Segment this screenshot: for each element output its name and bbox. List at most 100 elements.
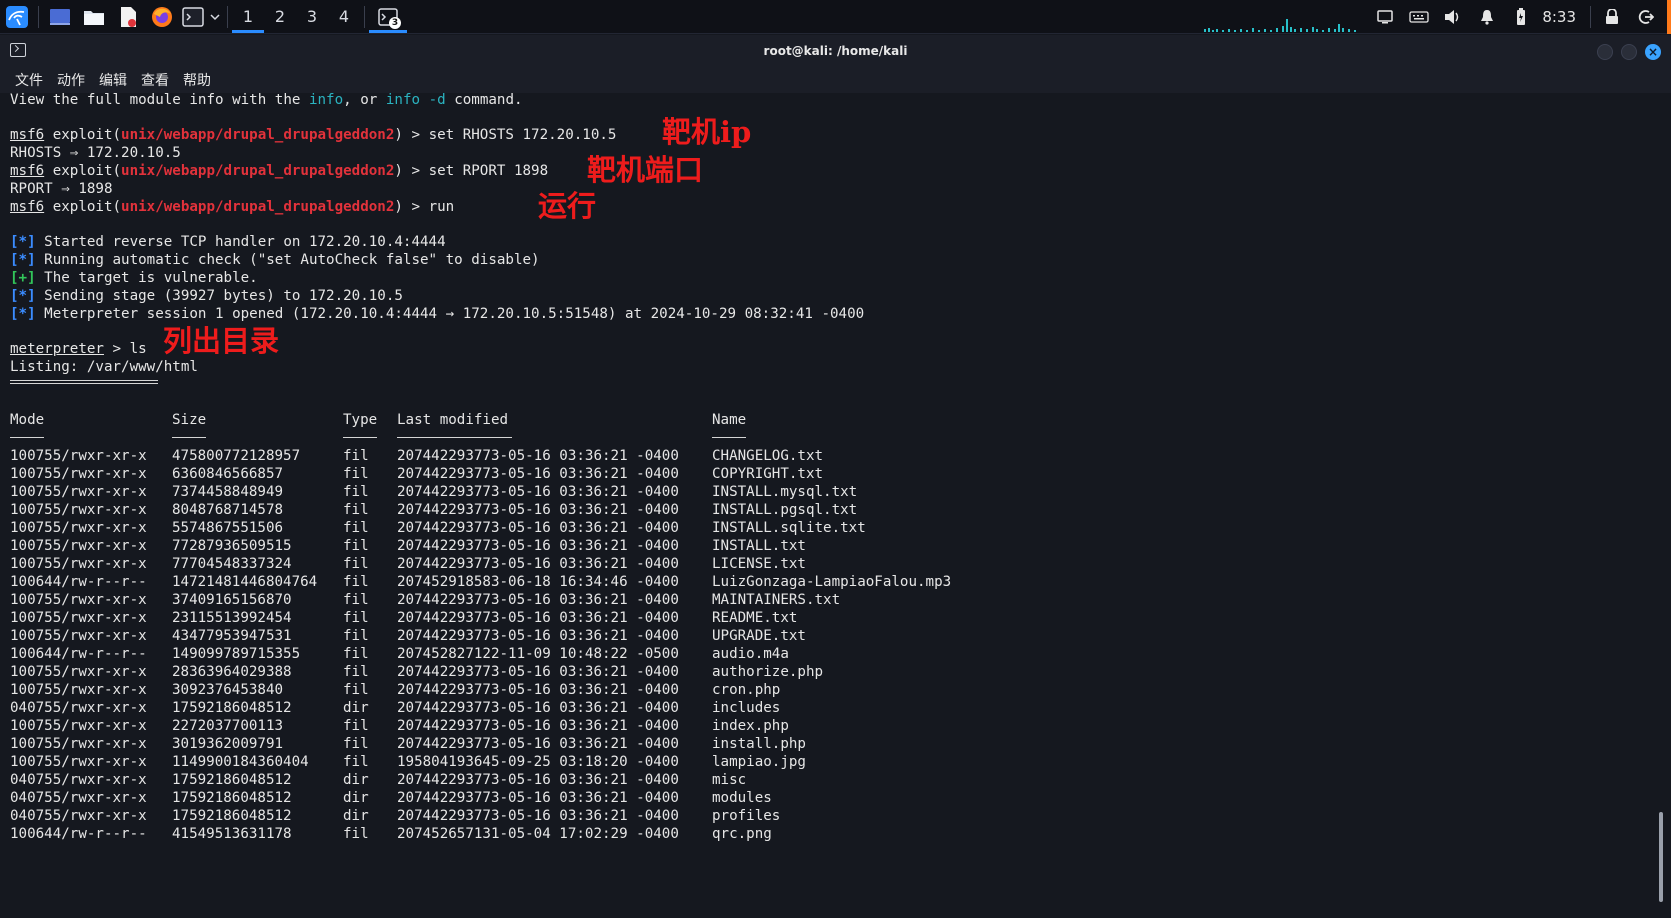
menu-action[interactable]: 动作 — [57, 70, 85, 90]
terminal-scrollbar[interactable] — [1659, 812, 1663, 902]
annotation-run: 运行 — [538, 189, 597, 223]
workspace-4[interactable]: 4 — [328, 0, 360, 34]
listing-underline — [10, 380, 158, 384]
menu-file[interactable]: 文件 — [15, 70, 43, 90]
row-modified: 207442293773-05-16 03:36:21 -0400 — [397, 718, 679, 734]
row-name: authorize.php — [712, 664, 824, 680]
row-size: 8048768714578 — [172, 502, 284, 518]
row-name: lampiao.jpg — [712, 754, 806, 770]
volume-icon[interactable] — [1436, 0, 1470, 34]
command-line-run: msf6 exploit(unix/webapp/drupal_drupalge… — [10, 199, 455, 215]
row-modified: 207442293773-05-16 03:36:21 -0400 — [397, 448, 679, 464]
clock[interactable]: 8:33 — [1538, 8, 1586, 26]
info-line: View the full module info with the info,… — [10, 93, 523, 108]
row-name: install.php — [712, 736, 806, 752]
row-name: profiles — [712, 808, 781, 824]
listing-path: Listing: /var/www/html — [10, 359, 198, 375]
row-type: fil — [343, 520, 369, 536]
meterpreter-command-line: meterpreter > ls — [10, 341, 147, 357]
annotation-target-port: 靶机端口 — [587, 153, 704, 187]
row-type: fil — [343, 466, 369, 482]
window-titlebar[interactable]: root@kali: /home/kali × — [0, 35, 1671, 67]
row-modified: 207442293773-05-16 03:36:21 -0400 — [397, 556, 679, 572]
close-button[interactable]: × — [1645, 44, 1661, 60]
annotation-list-dir: 列出目录 — [163, 324, 280, 358]
workspace-2[interactable]: 2 — [264, 0, 296, 34]
row-type: fil — [343, 664, 369, 680]
header-type: Type — [343, 412, 378, 428]
row-modified: 207442293773-05-16 03:36:21 -0400 — [397, 736, 679, 752]
terminal-icon — [10, 43, 26, 57]
logout-icon[interactable] — [1629, 0, 1663, 34]
row-mode: 040755/rwxr-xr-x — [10, 772, 147, 788]
row-name: README.txt — [712, 610, 798, 626]
workspace-3[interactable]: 3 — [296, 0, 328, 34]
row-modified: 207442293773-05-16 03:36:21 -0400 — [397, 628, 679, 644]
panel-separator — [364, 5, 365, 28]
row-modified: 195804193645-09-25 03:18:20 -0400 — [397, 754, 679, 770]
workspace-1[interactable]: 1 — [232, 0, 264, 34]
chevron-down-icon[interactable] — [207, 0, 223, 34]
header-size: Size — [172, 412, 207, 428]
row-type: dir — [343, 808, 369, 824]
row-type: fil — [343, 484, 369, 500]
row-name: CHANGELOG.txt — [712, 448, 824, 464]
row-size: 17592186048512 — [172, 700, 292, 716]
terminal-icon[interactable] — [179, 0, 207, 34]
menu-help[interactable]: 帮助 — [183, 70, 211, 90]
row-size: 43477953947531 — [172, 628, 292, 644]
row-name: audio.m4a — [712, 646, 789, 662]
row-mode: 100755/rwxr-xr-x — [10, 484, 147, 500]
menu-view[interactable]: 查看 — [141, 70, 169, 90]
row-size: 475800772128957 — [172, 448, 301, 464]
keyboard-icon[interactable] — [1402, 0, 1436, 34]
notification-bell-icon[interactable] — [1470, 0, 1504, 34]
terminal-output[interactable]: View the full module info with the info,… — [0, 93, 1671, 918]
status-line: [+] The target is vulnerable. — [10, 270, 258, 286]
cpu-graph — [1204, 19, 1357, 32]
row-mode: 100755/rwxr-xr-x — [10, 664, 147, 680]
row-type: dir — [343, 772, 369, 788]
close-icon: × — [1647, 45, 1659, 59]
row-name: UPGRADE.txt — [712, 628, 806, 644]
header-underline — [343, 437, 377, 438]
maximize-button[interactable] — [1621, 44, 1637, 60]
file-manager-icon[interactable] — [77, 0, 111, 34]
row-name: cron.php — [712, 682, 781, 698]
desktop-icon[interactable] — [43, 0, 77, 34]
display-icon[interactable] — [1368, 0, 1402, 34]
row-mode: 100755/rwxr-xr-x — [10, 628, 147, 644]
row-size: 5574867551506 — [172, 520, 284, 536]
text-editor-icon[interactable] — [111, 0, 145, 34]
firefox-icon[interactable] — [145, 0, 179, 34]
row-type: fil — [343, 574, 369, 590]
kali-menu-icon[interactable] — [0, 0, 34, 34]
command-line-rport: msf6 exploit(unix/webapp/drupal_drupalge… — [10, 163, 549, 179]
panel-edge-marker — [1667, 0, 1671, 34]
row-type: fil — [343, 736, 369, 752]
row-mode: 100755/rwxr-xr-x — [10, 538, 147, 554]
row-mode: 100755/rwxr-xr-x — [10, 736, 147, 752]
panel-separator — [1590, 6, 1591, 28]
row-modified: 207442293773-05-16 03:36:21 -0400 — [397, 538, 679, 554]
row-mode: 100755/rwxr-xr-x — [10, 556, 147, 572]
row-type: fil — [343, 754, 369, 770]
row-type: fil — [343, 592, 369, 608]
row-modified: 207442293773-05-16 03:36:21 -0400 — [397, 520, 679, 536]
row-modified: 207442293773-05-16 03:36:21 -0400 — [397, 790, 679, 806]
row-modified: 207442293773-05-16 03:36:21 -0400 — [397, 700, 679, 716]
header-name: Name — [712, 412, 747, 428]
row-type: fil — [343, 682, 369, 698]
minimize-button[interactable] — [1597, 44, 1613, 60]
row-size: 149099789715355 — [172, 646, 301, 662]
row-mode: 100755/rwxr-xr-x — [10, 520, 147, 536]
lock-icon[interactable] — [1595, 0, 1629, 34]
battery-icon[interactable] — [1504, 0, 1538, 34]
row-size: 1149900184360404 — [172, 754, 309, 770]
row-modified: 207452918583-06-18 16:34:46 -0400 — [397, 574, 679, 590]
taskbar-terminal-button[interactable]: 3 — [369, 0, 407, 34]
menu-edit[interactable]: 编辑 — [99, 70, 127, 90]
row-size: 37409165156870 — [172, 592, 292, 608]
row-size: 28363964029388 — [172, 664, 292, 680]
output-rport: RPORT ⇒ 1898 — [10, 181, 113, 197]
